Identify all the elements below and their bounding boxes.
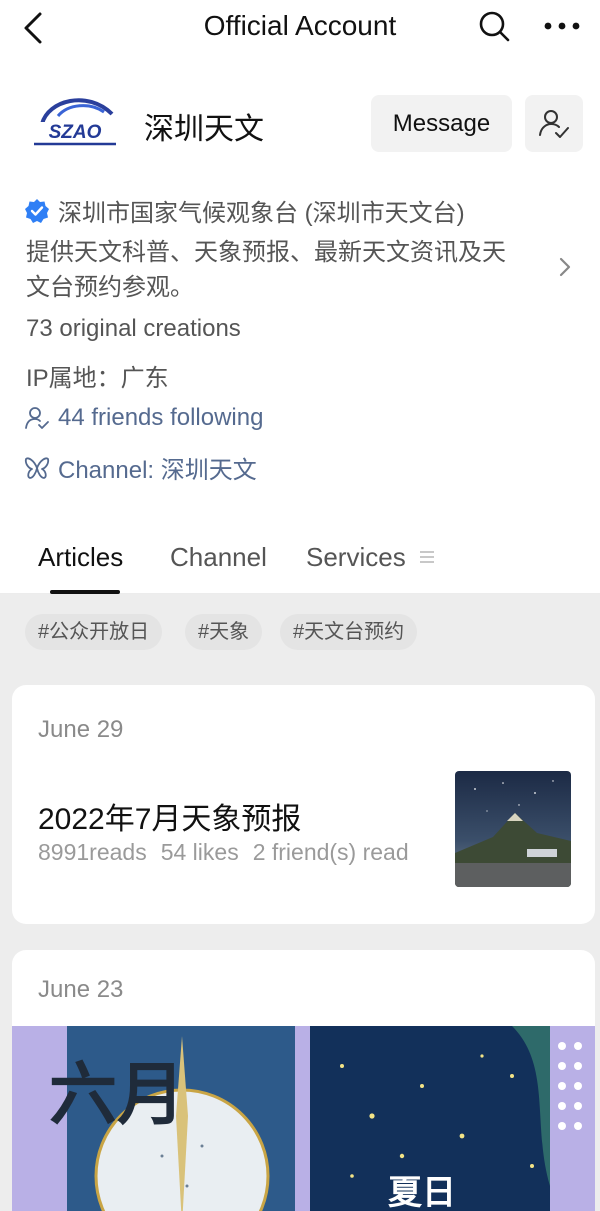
article-card[interactable]: June 23 六月 夏日 [12, 950, 595, 1211]
article-card[interactable]: June 29 2022年7月天象预报 8991reads 54 likes 2 f… [12, 685, 595, 924]
original-creations-count: 73 original creations [26, 315, 241, 342]
banner-right-text: 夏日 [388, 1173, 456, 1211]
logo-text: SZAO [49, 122, 102, 143]
ip-location: IP属地：广东 [26, 365, 169, 392]
article-friends-read: 2 friend(s) read [252, 839, 409, 865]
tab-services[interactable]: Services [306, 542, 406, 573]
friends-following-link[interactable]: 44 friends following [24, 404, 263, 432]
account-description[interactable]: 提供天文科普、天象预报、最新天文资讯及天 文台预约参观。 [26, 235, 546, 305]
account-logo: SZAO [28, 94, 120, 150]
tab-channel[interactable]: Channel [170, 542, 267, 573]
account-name: 深圳天文 [144, 113, 264, 146]
verified-row: 深圳市国家气候观象台 (深圳市天文台) [24, 193, 465, 228]
top-bar: Official Account [0, 0, 600, 56]
article-reads: 8991reads [38, 839, 147, 865]
verified-badge-icon [25, 198, 49, 223]
search-icon[interactable] [476, 8, 512, 44]
article-date: June 23 [38, 976, 124, 1003]
article-feed: #公众开放日 #天象 #天文台预约 June 29 2022年7月天象预报 89… [0, 594, 600, 1211]
friends-following-text: 44 friends following [58, 404, 264, 431]
more-dots-icon[interactable] [542, 10, 582, 42]
tag-chip[interactable]: #公众开放日 [25, 614, 163, 650]
tag-chip[interactable]: #天文台预约 [280, 614, 418, 650]
tab-articles[interactable]: Articles [38, 542, 123, 573]
friends-icon [25, 407, 49, 429]
message-button[interactable]: Message [371, 95, 512, 152]
banner-left-char: 六月 [49, 1056, 185, 1135]
tab-bar: Articles Channel Services [0, 530, 600, 594]
article-stats: 8991reads 54 likes 2 friend(s) read [38, 839, 430, 866]
butterfly-icon [24, 457, 50, 479]
channel-text: Channel: 深圳天文 [58, 457, 257, 484]
person-check-icon[interactable] [525, 95, 583, 152]
article-banner[interactable]: 六月 夏日 [12, 1026, 595, 1211]
article-date: June 29 [38, 716, 124, 743]
article-thumbnail[interactable] [455, 771, 571, 887]
menu-lines-icon[interactable] [420, 550, 434, 564]
article-likes: 54 likes [160, 839, 239, 865]
article-title[interactable]: 2022年7月天象预报 [38, 794, 301, 838]
channel-link[interactable]: Channel: 深圳天文 [24, 450, 257, 485]
verified-org-text: 深圳市国家气候观象台 (深圳市天文台) [58, 200, 465, 227]
description-line: 提供天文科普、天象预报、最新天文资讯及天 [26, 239, 506, 266]
tag-chip[interactable]: #天象 [185, 614, 263, 650]
description-line: 文台预约参观。 [26, 274, 194, 301]
chevron-right-icon[interactable] [556, 254, 574, 280]
